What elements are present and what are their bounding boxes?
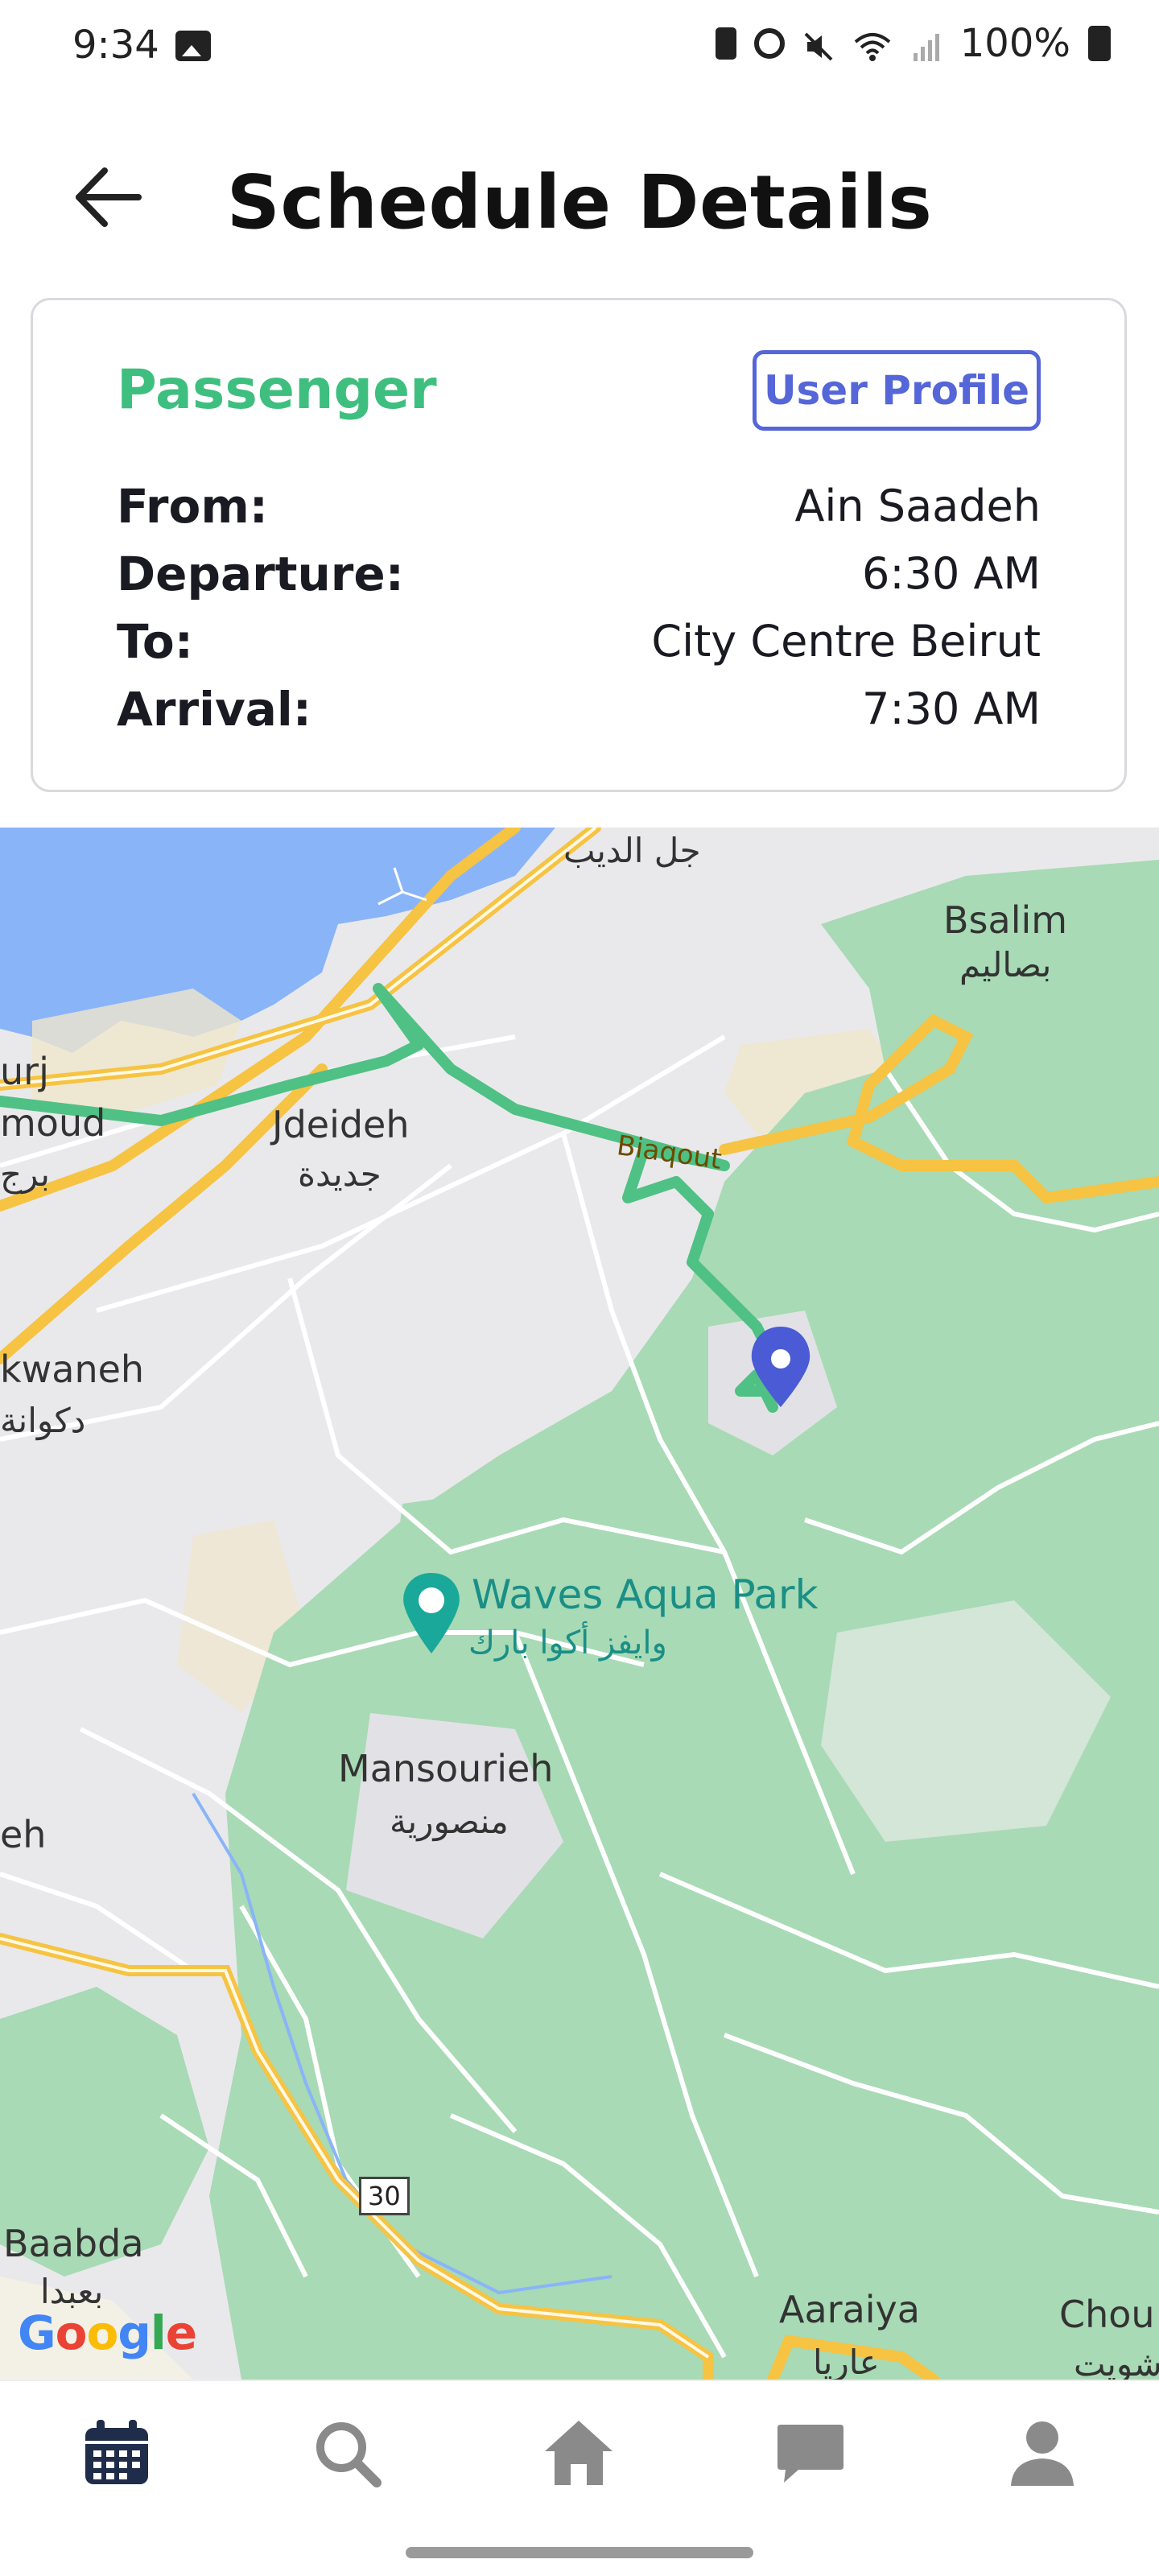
nav-profile[interactable] <box>998 2409 1087 2497</box>
nav-search[interactable] <box>303 2409 391 2497</box>
map-label: Aaraiya <box>779 2288 920 2331</box>
page-title: Schedule Details <box>226 159 933 246</box>
map-label: moud <box>0 1101 106 1145</box>
poi-label[interactable]: Waves Aqua Park <box>472 1571 819 1618</box>
home-icon <box>545 2421 612 2485</box>
highway-shield: 30 <box>359 2177 410 2215</box>
wifi-icon <box>852 27 893 61</box>
map-label: Jdeideh <box>272 1103 410 1146</box>
battery-icon <box>1088 26 1111 61</box>
card-heading: Passenger <box>117 358 437 422</box>
map-label: urj <box>0 1050 49 1093</box>
alarm-icon <box>753 28 785 59</box>
status-icons: 100% <box>715 21 1111 66</box>
map-label: eh <box>0 1813 47 1856</box>
map-label: جل الديب <box>563 831 701 870</box>
map-label: Bsalim <box>943 898 1068 942</box>
home-indicator[interactable] <box>406 2547 753 2558</box>
battery-saver-icon <box>715 27 736 60</box>
signal-icon <box>910 27 942 61</box>
map-label: منصورية <box>390 1802 509 1841</box>
map-label: دكوانة <box>0 1401 86 1440</box>
detail-value: 6:30 AM <box>862 548 1041 599</box>
detail-value: Ain Saadeh <box>794 481 1041 531</box>
map-label: kwaneh <box>0 1348 145 1391</box>
nav-chat[interactable] <box>766 2409 855 2497</box>
user-profile-button[interactable]: User Profile <box>753 350 1041 431</box>
nav-home[interactable] <box>534 2409 623 2497</box>
google-letter: o <box>55 2306 88 2360</box>
map-label: عاريا <box>813 2343 880 2380</box>
map-label: جديدة <box>298 1154 382 1194</box>
google-logo: Google <box>18 2306 197 2360</box>
google-letter: g <box>118 2306 151 2360</box>
map-label: شويت <box>1074 2344 1159 2380</box>
header: Schedule Details <box>0 121 1159 282</box>
battery-percent: 100% <box>959 21 1070 66</box>
chat-icon <box>777 2425 843 2483</box>
gallery-icon <box>175 31 211 61</box>
detail-value: 7:30 AM <box>862 683 1041 734</box>
mute-icon <box>802 27 835 61</box>
detail-row-to: To: City Centre Beirut <box>117 614 1041 682</box>
google-letter: G <box>18 2306 56 2360</box>
detail-label: Arrival: <box>117 682 311 737</box>
map-label: Chou <box>1059 2293 1155 2336</box>
bottom-nav <box>0 2380 1159 2526</box>
map-label: Baabda <box>3 2222 144 2265</box>
profile-icon <box>1011 2421 1074 2486</box>
route-map[interactable]: جل الديب Bsalim بصاليم urj moud برج Jdei… <box>0 828 1159 2380</box>
map-label: بصاليم <box>959 945 1052 985</box>
google-letter: l <box>150 2306 167 2360</box>
map-label: برج <box>0 1154 50 1194</box>
poi-label: وايفز أكوا بارك <box>468 1624 667 1662</box>
detail-row-arrival: Arrival: 7:30 AM <box>117 682 1041 749</box>
calendar-icon <box>85 2420 148 2484</box>
map-label: Mansourieh <box>338 1747 554 1790</box>
detail-label: From: <box>117 479 268 534</box>
google-letter: o <box>86 2306 118 2360</box>
schedule-card: Passenger User Profile From: Ain Saadeh … <box>31 298 1127 792</box>
detail-row-departure: Departure: 6:30 AM <box>117 547 1041 614</box>
nav-calendar[interactable] <box>72 2409 161 2497</box>
status-time: 9:34 <box>72 23 159 68</box>
search-icon <box>316 2422 382 2487</box>
map-label: بعبدا <box>40 2272 104 2311</box>
status-bar: 9:34 100% <box>0 0 1159 97</box>
detail-row-from: From: Ain Saadeh <box>117 479 1041 547</box>
detail-label: To: <box>117 614 193 669</box>
detail-value: City Centre Beirut <box>651 616 1041 667</box>
google-letter: e <box>165 2306 197 2360</box>
detail-label: Departure: <box>117 547 404 601</box>
